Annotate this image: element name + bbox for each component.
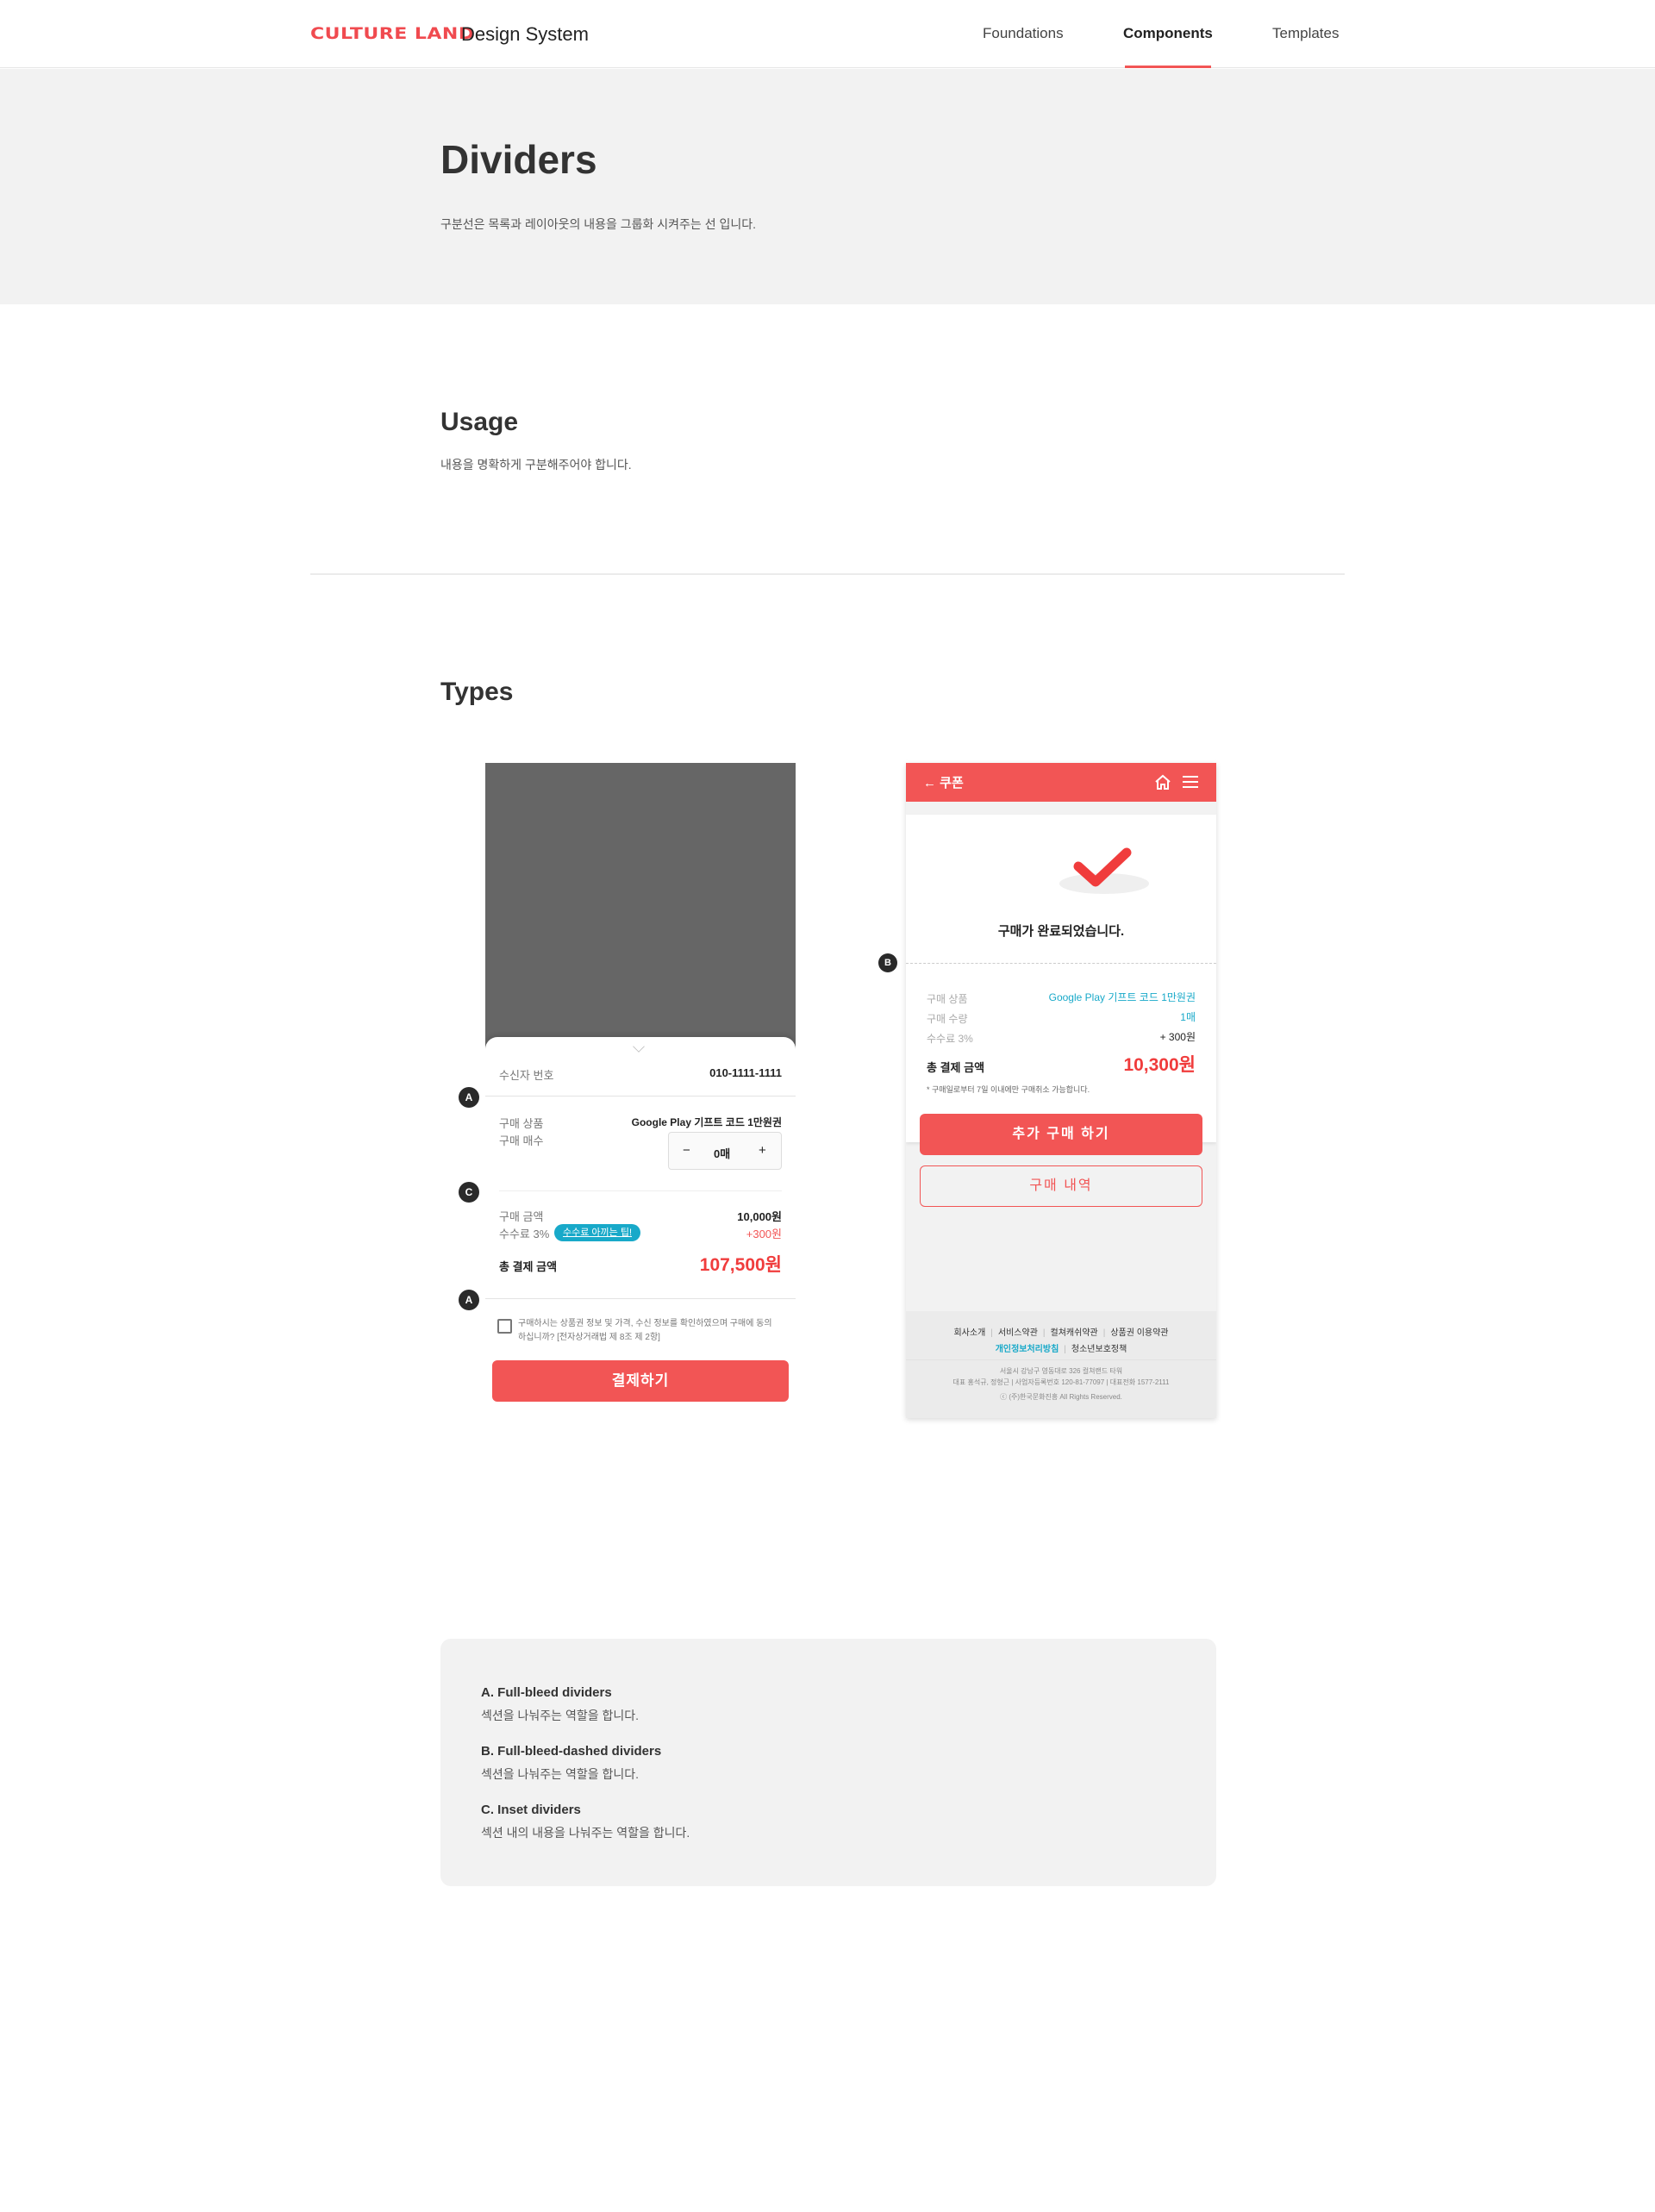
footer-links-row: 개인정보처리방침 | 청소년보호정책 <box>995 1345 1127 1354</box>
hamburger-menu-icon[interactable] <box>1182 775 1199 789</box>
annotation-badge-a: A <box>459 1290 479 1310</box>
product-label: 구매 상품 <box>499 1117 544 1130</box>
legend-desc: 섹션 내의 내용을 나눠주는 역할을 합니다. <box>481 1826 690 1840</box>
legend-title: B. Full-bleed-dashed dividers <box>481 1744 662 1759</box>
usage-description: 내용을 명확하게 구분해주어야 합니다. <box>440 458 632 472</box>
legend-title: A. Full-bleed dividers <box>481 1685 612 1700</box>
types-heading: Types <box>440 678 514 706</box>
pay-button[interactable]: 결제하기 <box>492 1360 789 1402</box>
nav-templates[interactable]: Templates <box>1272 25 1339 42</box>
total-label: 총 결제 금액 <box>927 1061 985 1074</box>
footer-copyright: ⓒ (주)한국문화진흥 All Rights Reserved. <box>1000 1393 1122 1401</box>
minus-button[interactable]: − <box>683 1143 690 1158</box>
inset-divider <box>499 1190 782 1191</box>
amount-value: 10,000원 <box>737 1210 782 1223</box>
full-bleed-divider <box>485 1298 796 1299</box>
bottom-sheet: 수신자 번호 010-1111-1111 구매 상품 Google Play 기… <box>485 1037 796 1418</box>
active-tab-indicator <box>1125 66 1211 68</box>
chevron-down-icon[interactable] <box>633 1040 645 1053</box>
app-bar-title: ← 쿠폰 <box>923 773 964 791</box>
footer-info: 대표 홍석규, 정형근 | 사업자등록번호 120-81-77097 | 대표전… <box>952 1378 1170 1386</box>
fee-label: 수수료 3% <box>499 1228 550 1240</box>
total-label: 총 결제 금액 <box>499 1260 558 1273</box>
hero-section <box>0 69 1655 304</box>
fee-value: +300원 <box>746 1228 782 1240</box>
agree-text: 구매하시는 상품권 정보 및 가격, 수신 정보를 확인하였으며 구매에 동의 … <box>518 1317 785 1345</box>
app-footer: 회사소개 | 서비스약관 | 컬쳐캐쉬약관 | 상품권 이용약관 개인정보처리방침 | 청소년보… <box>906 1311 1216 1418</box>
row-label: 구매 상품 <box>927 993 968 1005</box>
top-navigation-bar: CULTURE LAND Design System Foundations C… <box>0 0 1655 68</box>
footer-link[interactable]: 청소년보호정책 <box>1071 1345 1127 1354</box>
purchase-history-button[interactable]: 구매 내역 <box>920 1165 1202 1207</box>
footer-address: 서울시 강남구 영동대로 326 컬쳐랜드 타워 <box>999 1367 1123 1375</box>
nav-components[interactable]: Components <box>1123 25 1213 42</box>
row-value: + 300원 <box>1159 1031 1196 1043</box>
page-title: Dividers <box>440 137 597 182</box>
full-bleed-divider <box>485 1096 796 1097</box>
count-label: 구매 매수 <box>499 1134 544 1147</box>
quantity-value: 0매 <box>714 1147 731 1160</box>
row-label: 수수료 3% <box>927 1033 973 1045</box>
annotation-badge-c: C <box>459 1182 479 1203</box>
usage-heading: Usage <box>440 408 519 436</box>
agree-checkbox[interactable] <box>497 1319 512 1334</box>
cancel-notice: * 구매일로부터 7일 이내에만 구매취소 가능합니다. <box>927 1085 1090 1094</box>
amount-label: 구매 금액 <box>499 1210 544 1223</box>
fee-tip-badge[interactable]: 수수료 아끼는 팁! <box>554 1224 641 1241</box>
back-arrow-icon[interactable]: ← <box>923 776 936 790</box>
agree-text-line: 하십니까? [전자상거래법 제 8조 제 2항] <box>518 1333 660 1342</box>
legend-title: C. Inset dividers <box>481 1803 581 1817</box>
legend-desc: 섹션을 나눠주는 역할을 합니다. <box>481 1709 639 1722</box>
total-value: 10,300원 <box>1123 1055 1196 1075</box>
purchase-complete-example: ← 쿠폰 구매가 완료되었습니다. 구매 상품 Google Play 기프트 … <box>906 763 1216 1418</box>
row-value: 1매 <box>1180 1011 1196 1023</box>
culture-land-logo[interactable]: CULTURE LAND <box>310 25 475 43</box>
app-bar: ← 쿠폰 <box>906 763 1216 802</box>
row-value: Google Play 기프트 코드 1만원권 <box>1048 991 1196 1003</box>
quantity-stepper: − 0매 + <box>668 1132 782 1170</box>
footer-link[interactable]: 회사소개 <box>953 1328 985 1338</box>
footer-link[interactable]: 상품권 이용약관 <box>1110 1328 1168 1338</box>
check-icon <box>1059 847 1149 894</box>
result-card: 구매가 완료되었습니다. 구매 상품 Google Play 기프트 코드 1만… <box>906 815 1216 1142</box>
recipient-label: 수신자 번호 <box>499 1069 554 1082</box>
app-bar-title-text: 쿠폰 <box>940 776 964 790</box>
plus-button[interactable]: + <box>759 1143 766 1158</box>
section-divider <box>310 573 1345 575</box>
full-bleed-dashed-divider <box>906 963 1216 964</box>
bottom-sheet-example: 수신자 번호 010-1111-1111 구매 상품 Google Play 기… <box>485 763 796 1418</box>
complete-message: 구매가 완료되었습니다. <box>997 924 1125 939</box>
footer-link-privacy[interactable]: 개인정보처리방침 <box>996 1345 1059 1354</box>
footer-link[interactable]: 서비스약관 <box>998 1328 1038 1338</box>
nav-foundations[interactable]: Foundations <box>983 25 1064 42</box>
footer-link[interactable]: 컬쳐캐쉬약관 <box>1051 1328 1098 1338</box>
legend-desc: 섹션을 나눠주는 역할을 합니다. <box>481 1767 639 1781</box>
brand-title[interactable]: Design System <box>461 23 589 46</box>
product-value: Google Play 기프트 코드 1만원권 <box>631 1116 782 1128</box>
recipient-value: 010-1111-1111 <box>709 1066 782 1079</box>
additional-purchase-button[interactable]: 추가 구매 하기 <box>920 1114 1202 1155</box>
annotation-badge-b: B <box>878 953 897 972</box>
annotation-badge-a: A <box>459 1087 479 1108</box>
total-value: 107,500원 <box>699 1255 782 1275</box>
footer-divider <box>906 1359 1216 1360</box>
agree-text-line: 구매하시는 상품권 정보 및 가격, 수신 정보를 확인하였으며 구매에 동의 <box>518 1319 772 1328</box>
home-icon[interactable] <box>1154 774 1171 790</box>
footer-links-row: 회사소개 | 서비스약관 | 컬쳐캐쉬약관 | 상품권 이용약관 <box>953 1328 1169 1338</box>
row-label: 구매 수량 <box>927 1013 968 1025</box>
page-description: 구분선은 목록과 레이아웃의 내용을 그룹화 시켜주는 선 입니다. <box>440 217 756 231</box>
divider-types-legend: A. Full-bleed dividers 섹션을 나눠주는 역할을 합니다.… <box>440 1639 1216 1886</box>
